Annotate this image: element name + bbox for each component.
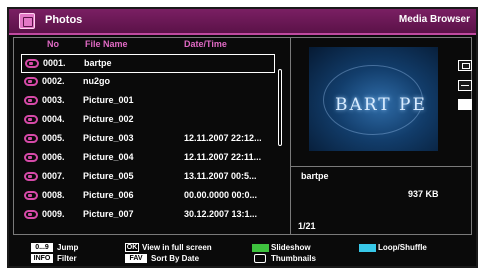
media-browser-screen: Photos Media Browser No File Name Date/T… [7, 7, 478, 268]
item-date: 12.11.2007 22:11... [184, 152, 262, 162]
ok-key: OK [125, 243, 139, 252]
item-number: 0008. [42, 190, 65, 200]
item-name: Picture_005 [83, 171, 134, 181]
shuffle-icon[interactable] [458, 80, 472, 91]
item-date: 30.12.2007 13:1... [184, 209, 258, 219]
loop-shuffle-label: Loop/Shuffle [378, 243, 427, 252]
folder-icon [24, 210, 38, 219]
folder-icon [24, 96, 38, 105]
item-name: Picture_002 [83, 114, 134, 124]
item-number: 0002. [42, 76, 65, 86]
folder-icon [24, 172, 38, 181]
list-item[interactable]: 0005. Picture_003 12.11.2007 22:12... [21, 130, 275, 149]
jump-label: Jump [57, 243, 79, 252]
header-bar: Photos Media Browser [9, 9, 476, 35]
item-name: bartpe [84, 58, 112, 68]
cyan-key [359, 244, 376, 252]
list-scrollbar[interactable] [278, 69, 282, 146]
list-item[interactable]: 0004. Picture_002 [21, 111, 275, 130]
page-title: Photos [45, 14, 83, 26]
item-name: Picture_003 [83, 133, 134, 143]
footer-legend: 0...9 Jump INFO Filter OK View in full s… [9, 239, 476, 267]
list-item[interactable]: 0009. Picture_007 30.12.2007 13:1... [21, 206, 275, 225]
info-divider [291, 166, 472, 167]
thumbnails-icon [254, 254, 266, 263]
folder-icon [24, 153, 38, 162]
list-item[interactable]: 0006. Picture_004 12.11.2007 22:11... [21, 149, 275, 168]
image-preview: BART PE [309, 47, 438, 151]
green-key [252, 244, 269, 252]
item-number: 0009. [42, 209, 65, 219]
preview-logo-text: BART PE [335, 95, 427, 115]
slideshow-label: Slideshow [271, 243, 311, 252]
item-number: 0006. [42, 152, 65, 162]
item-name: Picture_007 [83, 209, 134, 219]
info-key: INFO [31, 254, 53, 263]
column-no: No [47, 39, 59, 49]
folder-icon [24, 115, 38, 124]
list-item[interactable]: 0003. Picture_001 [21, 92, 275, 111]
fullscreen-icon[interactable] [458, 99, 472, 110]
folder-icon [24, 191, 38, 200]
item-name: Picture_006 [83, 190, 134, 200]
item-name: Picture_004 [83, 152, 134, 162]
column-date-time: Date/Time [184, 39, 227, 49]
jump-key: 0...9 [31, 243, 53, 252]
sort-label: Sort By Date [151, 254, 200, 263]
panel-divider [290, 37, 291, 235]
file-list: 0001. bartpe 0002. nu2go 0003. Picture_0… [21, 54, 275, 225]
display-mode-icon[interactable] [458, 60, 472, 71]
item-name: Picture_001 [83, 95, 134, 105]
column-headers: No File Name Date/Time [9, 37, 289, 53]
item-date: 00.00.0000 00:0... [184, 190, 258, 200]
fav-key: FAV [125, 254, 147, 263]
thumbnails-label: Thumbnails [271, 254, 316, 263]
item-number: 0005. [42, 133, 65, 143]
item-date: 12.11.2007 22:12... [184, 133, 262, 143]
item-number: 0007. [42, 171, 65, 181]
selected-file-size: 937 KB [408, 189, 439, 199]
list-item[interactable]: 0007. Picture_005 13.11.2007 00:5... [21, 168, 275, 187]
list-item[interactable]: 0001. bartpe [21, 54, 275, 73]
folder-icon [24, 77, 38, 86]
list-item[interactable]: 0002. nu2go [21, 73, 275, 92]
item-number: 0003. [42, 95, 65, 105]
item-date: 13.11.2007 00:5... [184, 171, 257, 181]
item-count: 1/21 [298, 221, 316, 231]
item-number: 0004. [42, 114, 65, 124]
selected-file-name: bartpe [301, 171, 329, 181]
item-number: 0001. [43, 58, 66, 68]
folder-icon [24, 134, 38, 143]
view-fullscreen-label: View in full screen [142, 243, 212, 252]
column-file-name: File Name [85, 39, 128, 49]
filter-label: Filter [57, 254, 77, 263]
list-item[interactable]: 0008. Picture_006 00.00.0000 00:0... [21, 187, 275, 206]
item-name: nu2go [83, 76, 110, 86]
app-title: Media Browser [398, 14, 470, 25]
photos-app-icon [19, 13, 35, 29]
folder-icon [25, 59, 39, 68]
